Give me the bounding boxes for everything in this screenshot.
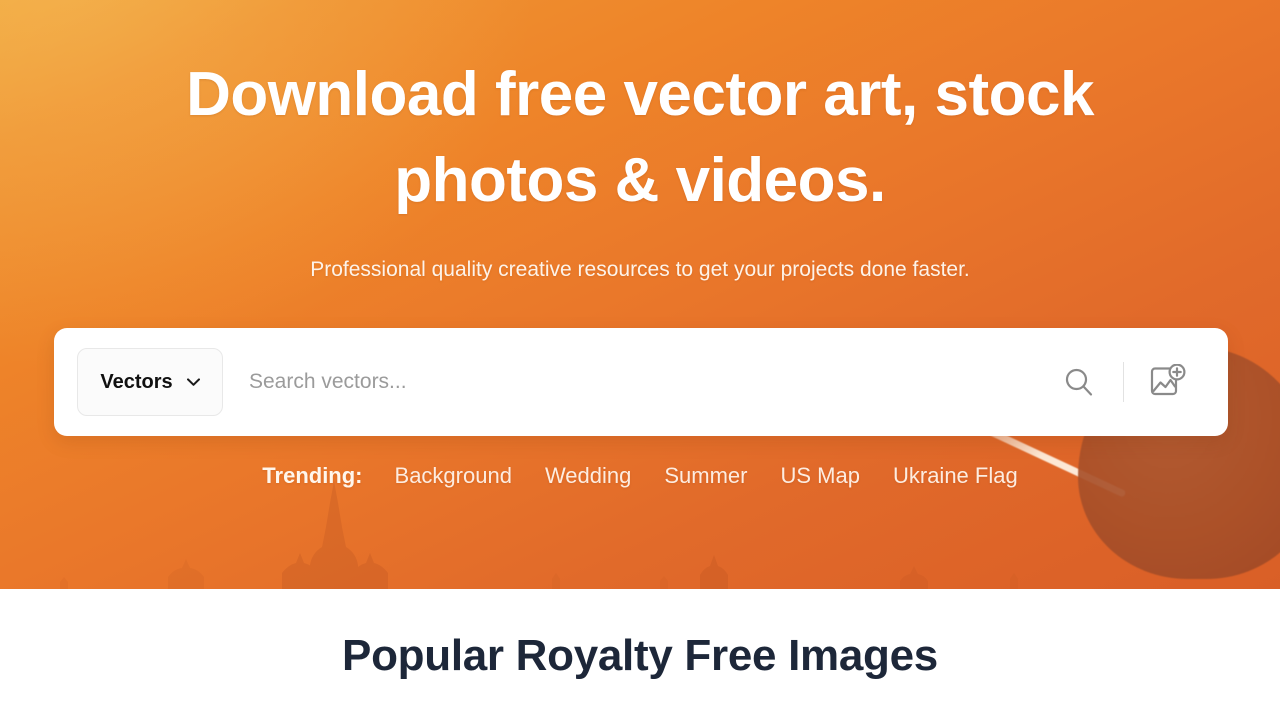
trending-link-us-map[interactable]: US Map bbox=[781, 463, 860, 489]
search-input[interactable] bbox=[249, 348, 1053, 416]
search-bar: Vectors bbox=[54, 328, 1228, 436]
trending-label: Trending: bbox=[262, 463, 363, 488]
trending-link-summer[interactable]: Summer bbox=[664, 463, 747, 489]
trending-link-background[interactable]: Background bbox=[395, 463, 512, 489]
search-button[interactable] bbox=[1053, 356, 1105, 408]
chevron-down-icon bbox=[186, 378, 200, 386]
popular-images-section: Popular Royalty Free Images bbox=[0, 589, 1280, 720]
image-upload-icon bbox=[1150, 364, 1186, 396]
page-title: Download free vector art, stock photos &… bbox=[186, 60, 1094, 215]
search-type-dropdown[interactable]: Vectors bbox=[77, 348, 223, 416]
search-actions bbox=[1053, 356, 1194, 408]
search-type-label: Vectors bbox=[100, 370, 173, 393]
trending-link-ukraine-flag[interactable]: Ukraine Flag bbox=[893, 463, 1018, 489]
page-root: Download free vector art, stock photos &… bbox=[0, 0, 1280, 720]
hero-content: Download free vector art, stock photos &… bbox=[0, 52, 1280, 284]
search-icon bbox=[1065, 368, 1093, 396]
hero-banner: Download free vector art, stock photos &… bbox=[0, 0, 1280, 589]
image-search-upload-button[interactable] bbox=[1142, 356, 1194, 408]
actions-divider bbox=[1123, 362, 1124, 402]
hero-subtitle: Professional quality creative resources … bbox=[310, 258, 970, 281]
trending-link-wedding[interactable]: Wedding bbox=[545, 463, 631, 489]
section-title: Popular Royalty Free Images bbox=[342, 631, 938, 680]
trending-row: Trending: Background Wedding Summer US M… bbox=[0, 463, 1280, 489]
